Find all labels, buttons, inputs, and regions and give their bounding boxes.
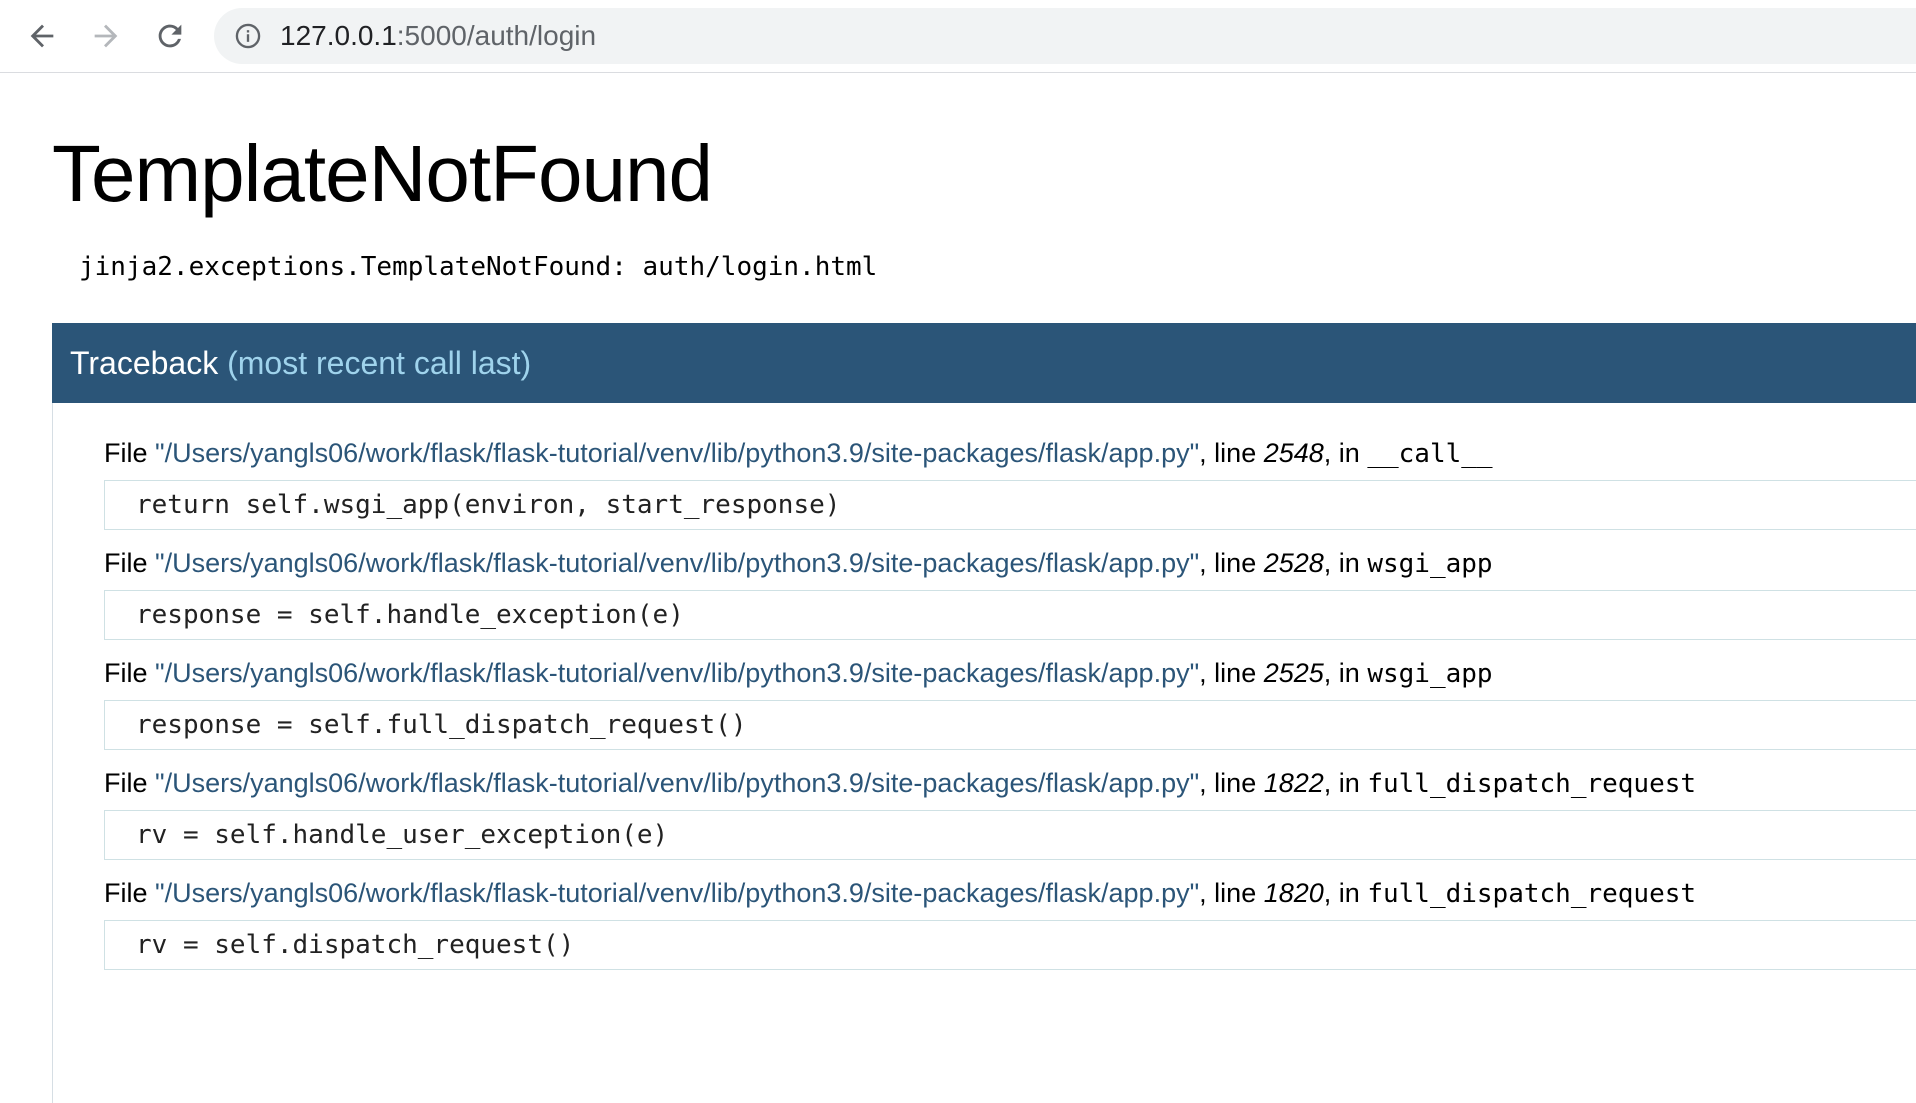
frame-location: File "/Users/yangls06/work/flask/flask-t… <box>104 763 1916 803</box>
frame-in-label: , in <box>1323 658 1368 688</box>
frame-code[interactable]: response = self.full_dispatch_request() <box>104 700 1916 750</box>
traceback-frame[interactable]: File "/Users/yangls06/work/flask/flask-t… <box>104 433 1916 530</box>
frame-line-label: , line <box>1199 548 1264 578</box>
frame-filename: "/Users/yangls06/work/flask/flask-tutori… <box>155 878 1200 908</box>
frame-lineno: 1822 <box>1263 768 1324 798</box>
frame-funcname: wsgi_app <box>1367 549 1493 579</box>
traceback-label: Traceback <box>70 345 219 381</box>
frame-prefix: File <box>104 878 156 908</box>
frame-line-label: , line <box>1199 878 1264 908</box>
frame-line-label: , line <box>1199 658 1264 688</box>
frame-in-label: , in <box>1323 768 1368 798</box>
frame-filename: "/Users/yangls06/work/flask/flask-tutori… <box>155 768 1200 798</box>
traceback-frame[interactable]: File "/Users/yangls06/work/flask/flask-t… <box>104 873 1916 970</box>
traceback-frame[interactable]: File "/Users/yangls06/work/flask/flask-t… <box>104 653 1916 750</box>
info-icon[interactable] <box>234 22 262 50</box>
reload-button[interactable] <box>148 14 192 58</box>
back-button[interactable] <box>20 14 64 58</box>
frame-lineno: 1820 <box>1263 878 1324 908</box>
frame-prefix: File <box>104 548 156 578</box>
frame-line-label: , line <box>1199 768 1264 798</box>
frame-filename: "/Users/yangls06/work/flask/flask-tutori… <box>155 548 1200 578</box>
frame-in-label: , in <box>1323 878 1368 908</box>
frame-prefix: File <box>104 438 156 468</box>
frame-funcname: __call__ <box>1367 439 1493 469</box>
frame-code[interactable]: return self.wsgi_app(environ, start_resp… <box>104 480 1916 530</box>
frame-funcname: wsgi_app <box>1367 659 1493 689</box>
frame-filename: "/Users/yangls06/work/flask/flask-tutori… <box>155 438 1200 468</box>
frame-line-label: , line <box>1199 438 1264 468</box>
traceback-subtitle: (most recent call last) <box>227 345 532 381</box>
frame-in-label: , in <box>1323 548 1368 578</box>
arrow-left-icon <box>30 24 54 48</box>
frame-location: File "/Users/yangls06/work/flask/flask-t… <box>104 543 1916 583</box>
traceback-header: Traceback (most recent call last) <box>52 323 1916 403</box>
address-bar[interactable]: 127.0.0.1:5000/auth/login <box>214 8 1916 64</box>
frame-funcname: full_dispatch_request <box>1367 769 1697 799</box>
frame-lineno: 2528 <box>1263 548 1324 578</box>
url-host: 127.0.0.1 <box>280 20 397 51</box>
frame-code[interactable]: rv = self.handle_user_exception(e) <box>104 810 1916 860</box>
reload-icon <box>158 24 182 48</box>
frame-in-label: , in <box>1323 438 1368 468</box>
frame-filename: "/Users/yangls06/work/flask/flask-tutori… <box>155 658 1200 688</box>
frame-prefix: File <box>104 768 156 798</box>
url-path: :5000/auth/login <box>396 20 597 51</box>
frame-lineno: 2525 <box>1263 658 1324 688</box>
traceback-frame[interactable]: File "/Users/yangls06/work/flask/flask-t… <box>104 543 1916 640</box>
frame-code[interactable]: response = self.handle_exception(e) <box>104 590 1916 640</box>
browser-toolbar: 127.0.0.1:5000/auth/login <box>0 0 1916 73</box>
frame-funcname: full_dispatch_request <box>1367 879 1697 909</box>
page-title: TemplateNotFound <box>52 129 713 218</box>
traceback-body: File "/Users/yangls06/work/flask/flask-t… <box>52 403 1916 1103</box>
frame-lineno: 2548 <box>1263 438 1324 468</box>
error-message: jinja2.exceptions.TemplateNotFound: auth… <box>79 252 878 282</box>
forward-button[interactable] <box>84 14 128 58</box>
frame-location: File "/Users/yangls06/work/flask/flask-t… <box>104 653 1916 693</box>
url-text[interactable]: 127.0.0.1:5000/auth/login <box>280 8 596 64</box>
arrow-right-icon <box>94 24 118 48</box>
frame-location: File "/Users/yangls06/work/flask/flask-t… <box>104 433 1916 473</box>
frame-code[interactable]: rv = self.dispatch_request() <box>104 920 1916 970</box>
frame-prefix: File <box>104 658 156 688</box>
traceback-frame[interactable]: File "/Users/yangls06/work/flask/flask-t… <box>104 763 1916 860</box>
frame-location: File "/Users/yangls06/work/flask/flask-t… <box>104 873 1916 913</box>
